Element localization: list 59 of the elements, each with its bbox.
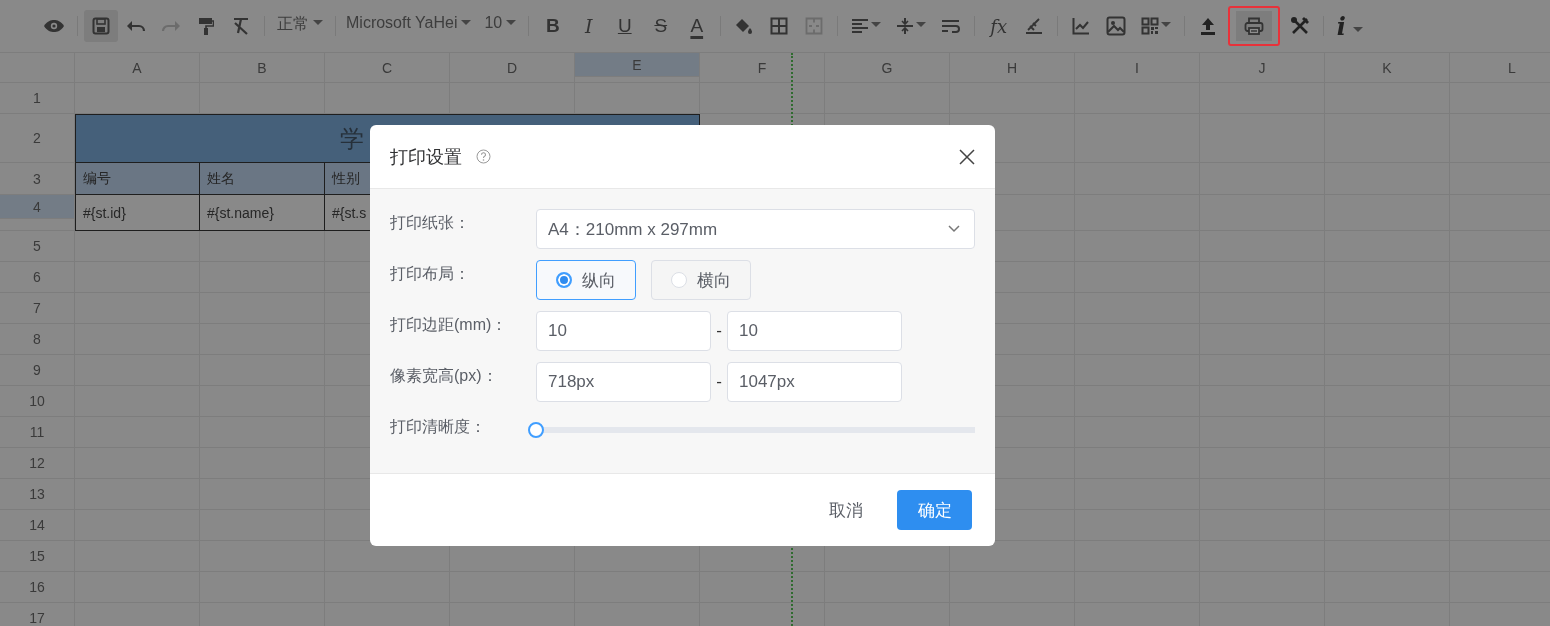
caret-icon[interactable]	[1161, 19, 1172, 27]
info-button[interactable]: i	[1330, 11, 1353, 41]
field-label: 打印清晰度：	[390, 417, 487, 437]
radio-option[interactable]: 纵向	[536, 260, 636, 300]
input-field[interactable]: 10	[727, 311, 902, 351]
range-separator: -	[715, 372, 723, 392]
borders-icon[interactable]	[770, 17, 789, 35]
underline-button[interactable]: U	[607, 11, 643, 41]
strikethrough-button[interactable]: S	[643, 11, 679, 41]
font-color-button[interactable]: A	[679, 11, 715, 41]
caret-icon[interactable]	[871, 19, 882, 27]
chevron-down-icon	[948, 225, 960, 233]
eye-icon[interactable]	[43, 19, 65, 33]
undo-icon[interactable]	[126, 19, 146, 33]
help-icon[interactable]	[476, 149, 491, 164]
input-field[interactable]: 718px	[536, 362, 711, 402]
tools-icon[interactable]	[1290, 16, 1311, 36]
align-left-icon[interactable]	[851, 18, 870, 34]
input-field[interactable]: 10	[536, 311, 711, 351]
paper-select[interactable]: A4：210mm x 297mm	[536, 209, 975, 249]
style-select[interactable]: 正常	[271, 14, 329, 38]
font-size-select[interactable]: 10	[478, 14, 523, 38]
bold-button[interactable]: B	[535, 11, 571, 41]
row-header[interactable]: 17	[0, 603, 75, 626]
table-cell: 姓名	[200, 163, 325, 195]
table-cell: 编号	[75, 163, 200, 195]
column-header[interactable]: E	[575, 53, 700, 77]
close-icon[interactable]	[959, 148, 975, 165]
row-header[interactable]: 4	[0, 195, 75, 219]
italic-button[interactable]: I	[571, 11, 607, 41]
save-icon	[92, 17, 110, 35]
field-label: 打印布局：	[390, 264, 471, 284]
slider-handle[interactable]	[528, 422, 544, 438]
save-button[interactable]	[84, 10, 118, 42]
field-label: 打印边距(mm)：	[390, 315, 509, 335]
function-button[interactable]: fx	[981, 11, 1017, 41]
radio-option[interactable]: 横向	[651, 260, 751, 300]
line-chart-icon[interactable]	[1072, 17, 1091, 35]
clear-format-icon[interactable]	[232, 17, 250, 35]
upload-icon[interactable]	[1200, 17, 1217, 35]
caret-icon[interactable]	[916, 19, 927, 27]
print-button[interactable]	[1228, 6, 1281, 46]
vertical-align-icon[interactable]	[896, 17, 915, 35]
image-icon[interactable]	[1106, 16, 1127, 36]
font-select[interactable]: Microsoft YaHei	[342, 14, 478, 38]
ok-button[interactable]: 确定	[897, 490, 972, 530]
caret-icon	[313, 17, 323, 25]
print-icon	[1236, 11, 1273, 41]
range-separator: -	[715, 321, 723, 341]
caret-icon	[506, 17, 517, 25]
paint-bucket-icon[interactable]	[734, 17, 755, 35]
input-field[interactable]: 1047px	[727, 362, 902, 402]
field-label: 像素宽高(px)：	[390, 366, 499, 386]
cancel-button[interactable]: 取消	[813, 488, 879, 532]
paint-roller-icon[interactable]	[198, 17, 214, 35]
pen-line-icon[interactable]	[1024, 17, 1045, 35]
qr-code-icon[interactable]	[1141, 17, 1160, 35]
wrap-text-icon[interactable]	[941, 18, 962, 34]
caret-icon	[461, 17, 472, 25]
